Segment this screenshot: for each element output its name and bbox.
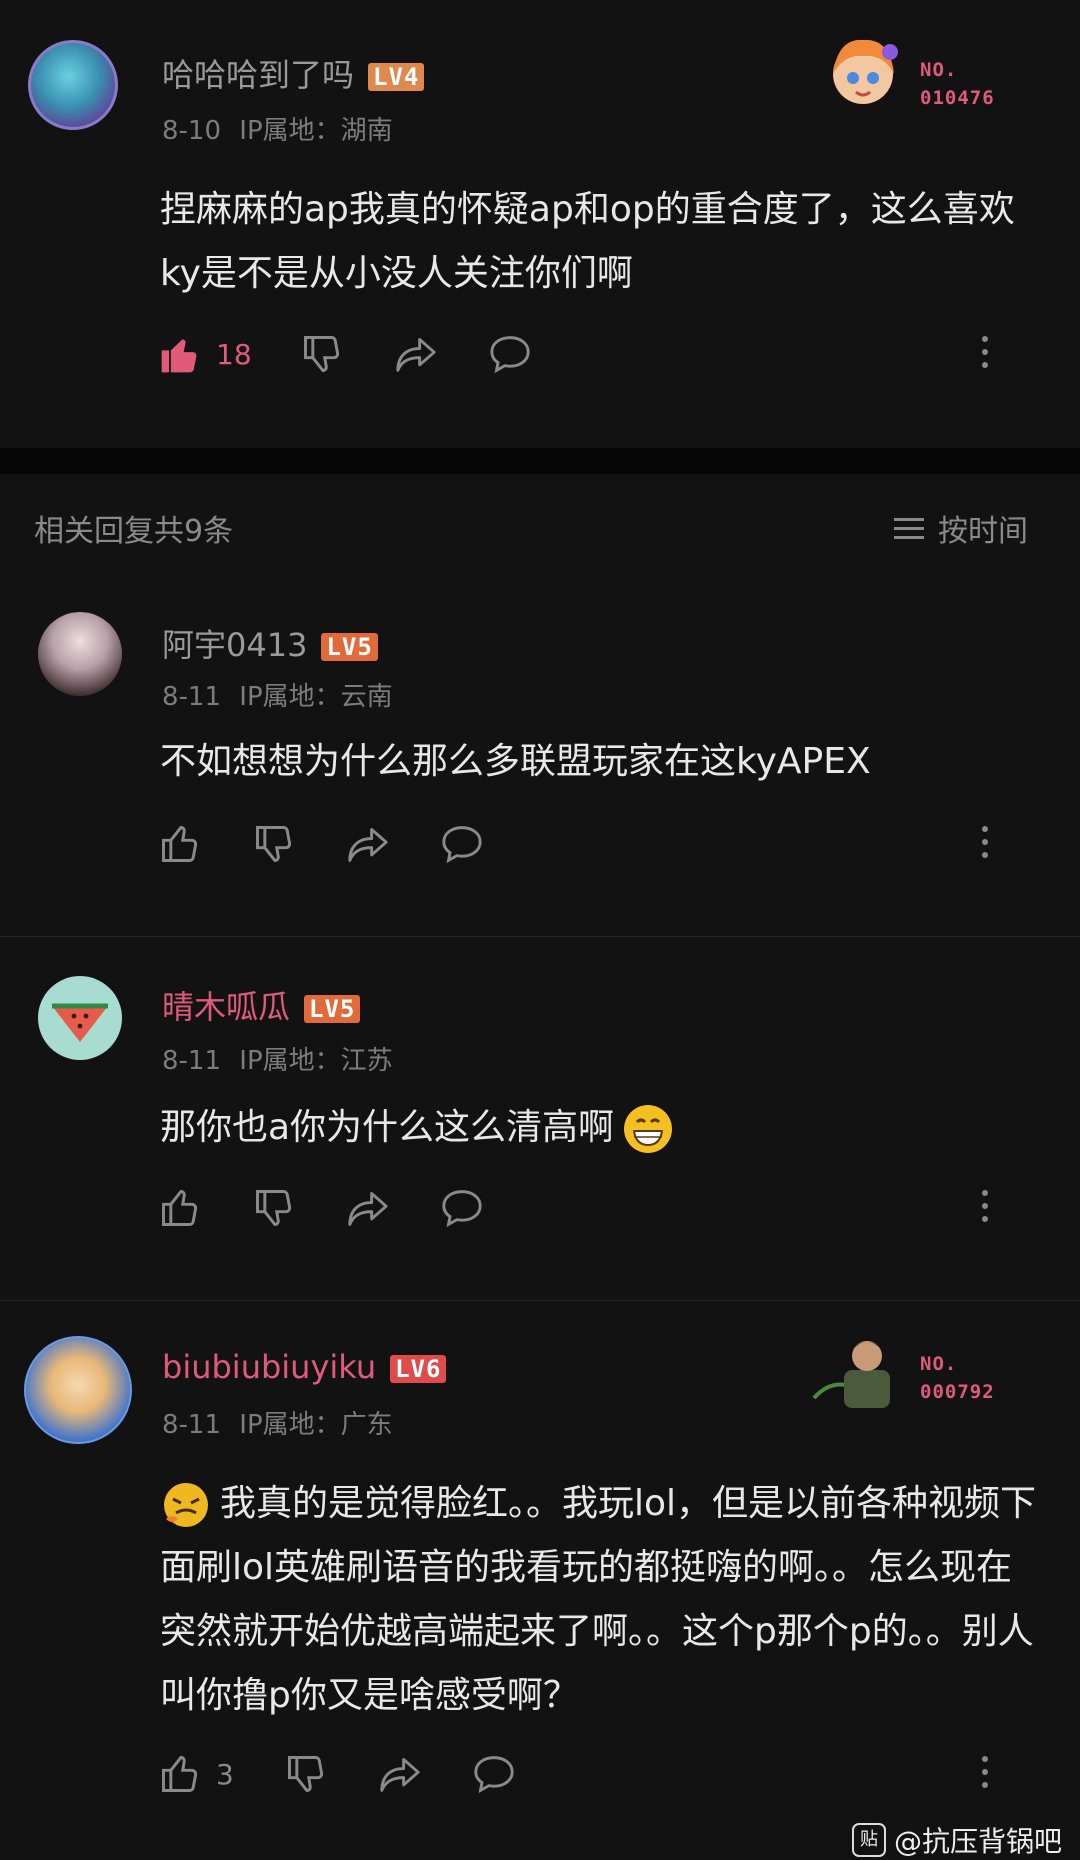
- level-badge: LV5: [304, 995, 361, 1023]
- more-options-icon[interactable]: [982, 826, 988, 865]
- thumbs-up-icon[interactable]: [158, 1752, 202, 1796]
- thumbs-down-icon[interactable]: [284, 1752, 328, 1796]
- fan-badge-avatar: [820, 30, 906, 116]
- tieba-logo-icon: 贴: [852, 1823, 886, 1857]
- watermark: 贴 @抗压背锅吧: [852, 1820, 1062, 1860]
- comment-icon[interactable]: [472, 1754, 516, 1794]
- replies-count: 相关回复共9条: [34, 514, 234, 549]
- ip-location: IP属地：广东: [239, 1410, 393, 1440]
- ip-location: IP属地：湖南: [239, 116, 393, 146]
- fan-badge-number: NO. 000792: [920, 1350, 995, 1406]
- comment-date: 8-11: [162, 1046, 222, 1076]
- comment-date: 8-11: [162, 1410, 222, 1440]
- username-text[interactable]: 晴木呱瓜: [162, 988, 290, 1026]
- level-badge: LV6: [390, 1355, 447, 1383]
- level-badge: LV5: [321, 633, 378, 661]
- share-icon[interactable]: [346, 1188, 390, 1228]
- username-text[interactable]: 阿宇0413: [162, 626, 307, 664]
- comment-meta: 8-11 IP属地：云南: [162, 676, 393, 713]
- comment-meta: 8-11 IP属地：广东: [162, 1404, 393, 1441]
- comment-icon[interactable]: [440, 824, 484, 864]
- watermelon-icon: [52, 1003, 108, 1042]
- fan-badge-no-value: 000792: [920, 1381, 995, 1403]
- share-icon[interactable]: [394, 334, 438, 374]
- avatar[interactable]: [28, 40, 118, 130]
- ip-location: IP属地：江苏: [239, 1046, 393, 1076]
- thumbs-up-icon[interactable]: [158, 1186, 202, 1230]
- thumbs-down-icon[interactable]: [252, 1186, 296, 1230]
- ip-location: IP属地：云南: [239, 682, 393, 712]
- fan-badge-no-label: NO.: [920, 59, 958, 81]
- fan-badge-no-value: 010476: [920, 87, 995, 109]
- fan-badge-no-label: NO.: [920, 1353, 958, 1375]
- username-text[interactable]: biubiubiuyiku: [162, 1348, 376, 1386]
- fan-badge-number: NO. 010476: [920, 56, 995, 112]
- comment-icon[interactable]: [488, 334, 532, 374]
- comment-content[interactable]: 我真的是觉得脸红。。我玩lol，但是以前各种视频下面刷lol英雄刷语音的我看玩的…: [160, 1472, 1040, 1728]
- username[interactable]: 阿宇0413 LV5: [162, 620, 378, 666]
- comment-date: 8-11: [162, 682, 222, 712]
- angry-face-emoji-icon: [164, 1483, 208, 1527]
- comment-content[interactable]: 捏麻麻的ap我真的怀疑ap和op的重合度了，这么喜欢ky是不是从小没人关注你们啊: [160, 178, 1040, 306]
- comment-content[interactable]: 不如想想为什么那么多联盟玩家在这kyAPEX: [160, 730, 1040, 794]
- grinning-emoji-icon: [624, 1105, 673, 1153]
- comment-meta: 8-10 IP属地：湖南: [162, 110, 393, 147]
- sort-toggle[interactable]: 按时间: [894, 506, 1028, 550]
- more-options-icon[interactable]: [982, 1190, 988, 1229]
- username[interactable]: 哈哈哈到了吗 LV4: [162, 50, 425, 96]
- divider: [0, 936, 1080, 937]
- comment-content[interactable]: 那你也a你为什么这么清高啊: [160, 1096, 1040, 1160]
- comment-icon[interactable]: [440, 1188, 484, 1228]
- username[interactable]: biubiubiuyiku LV6: [162, 1348, 447, 1386]
- comment-meta: 8-11 IP属地：江苏: [162, 1040, 393, 1077]
- section-separator: [0, 448, 1080, 474]
- divider: [0, 1300, 1080, 1301]
- avatar[interactable]: [24, 1336, 132, 1444]
- fan-badge-avatar: [810, 1330, 906, 1410]
- level-badge: LV4: [368, 63, 425, 91]
- thumbs-down-icon[interactable]: [300, 332, 344, 376]
- share-icon[interactable]: [346, 824, 390, 864]
- avatar[interactable]: [38, 976, 122, 1060]
- share-icon[interactable]: [378, 1754, 422, 1794]
- comment-text: 我真的是觉得脸红。。我玩lol，但是以前各种视频下面刷lol英雄刷语音的我看玩的…: [160, 1483, 1037, 1716]
- sort-list-icon: [894, 518, 924, 539]
- watermark-text: @抗压背锅吧: [894, 1825, 1063, 1858]
- comment-date: 8-10: [162, 116, 222, 146]
- thumbs-up-icon[interactable]: [158, 332, 202, 376]
- more-options-icon[interactable]: [982, 1756, 988, 1795]
- username-text[interactable]: 哈哈哈到了吗: [162, 56, 354, 94]
- username[interactable]: 晴木呱瓜 LV5: [162, 982, 361, 1028]
- more-options-icon[interactable]: [982, 336, 988, 375]
- sort-label[interactable]: 按时间: [938, 506, 1028, 550]
- comment-text: 那你也a你为什么这么清高啊: [160, 1107, 615, 1148]
- thumbs-down-icon[interactable]: [252, 822, 296, 866]
- like-count: 3: [216, 1758, 234, 1791]
- like-count: 18: [216, 338, 252, 371]
- avatar[interactable]: [38, 612, 122, 696]
- thumbs-up-icon[interactable]: [158, 822, 202, 866]
